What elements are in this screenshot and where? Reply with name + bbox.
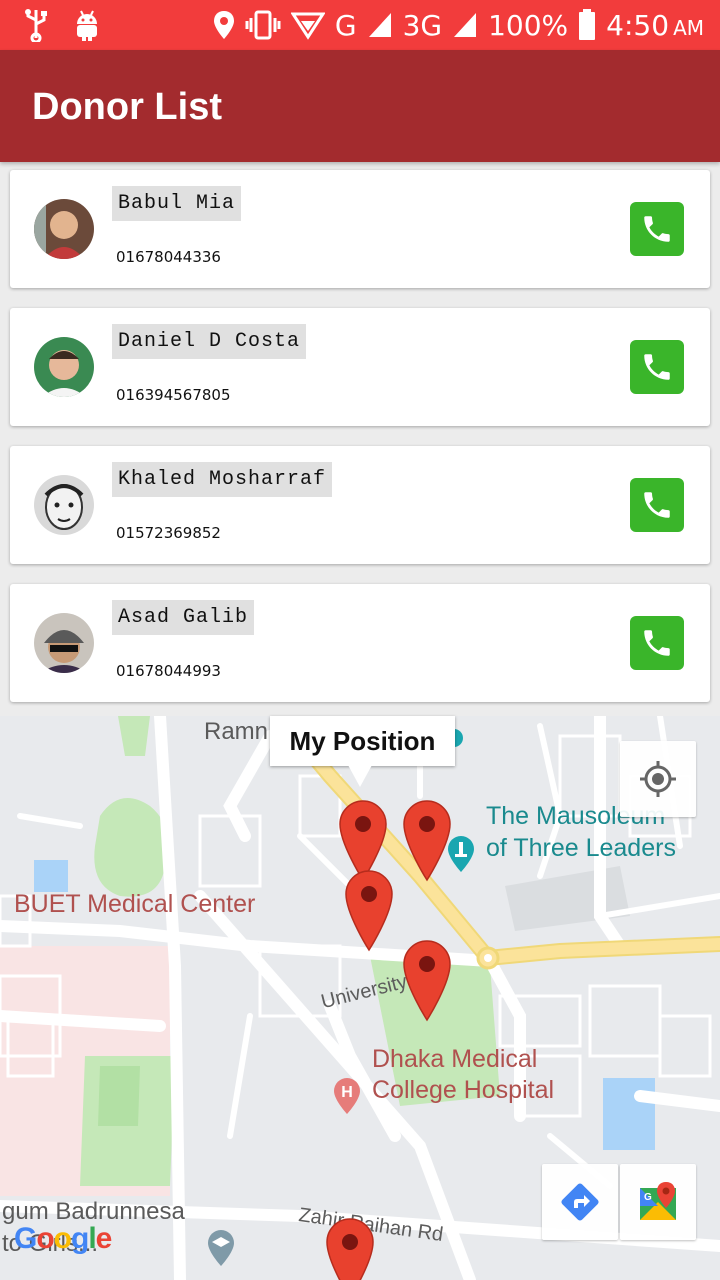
signal-icon: [367, 11, 393, 39]
app-bar: Donor List: [0, 50, 720, 162]
page-title: Donor List: [32, 86, 222, 128]
donor-marker-icon[interactable]: [325, 1216, 375, 1280]
phone-icon: [644, 492, 670, 518]
school-poi-icon: [208, 1230, 234, 1266]
my-location-button[interactable]: [620, 741, 696, 817]
donor-name: Asad Galib: [112, 600, 255, 635]
map-label-dhaka-medical: Dhaka Medical College Hospital: [372, 1045, 555, 1104]
call-button[interactable]: [630, 478, 684, 532]
hospital-poi-icon: H: [334, 1078, 360, 1114]
donor-name: Babul Mia: [112, 186, 242, 221]
crosshair-icon: [640, 761, 676, 797]
phone-icon: [644, 630, 670, 656]
donor-marker-icon[interactable]: [344, 868, 394, 952]
call-button[interactable]: [630, 616, 684, 670]
donor-card[interactable]: Babul Mia 01678044336: [10, 170, 710, 288]
battery-icon: [578, 9, 596, 41]
usb-icon: [24, 8, 48, 42]
network-type: G: [334, 8, 357, 42]
clock-ampm: AM: [673, 16, 704, 40]
open-google-maps-button[interactable]: G: [620, 1164, 696, 1240]
avatar: [34, 613, 94, 673]
status-bar: G 3G 100% 4:50 AM: [0, 0, 720, 50]
donor-card[interactable]: Khaled Mosharraf 01572369852: [10, 446, 710, 564]
donor-card[interactable]: Daniel D Costa 016394567805: [10, 308, 710, 426]
phone-icon: [644, 216, 670, 242]
signal-icon-2: [452, 11, 478, 39]
avatar: [34, 337, 94, 397]
call-button[interactable]: [630, 202, 684, 256]
google-logo: Google: [14, 1222, 112, 1255]
donor-name: Daniel D Costa: [112, 324, 307, 359]
clock: 4:50: [606, 8, 670, 42]
svg-text:H: H: [341, 1084, 353, 1101]
svg-text:G: G: [644, 1192, 652, 1203]
donor-phone: 01678044993: [116, 662, 221, 680]
network-type-2: 3G: [402, 8, 443, 42]
avatar: [34, 475, 94, 535]
donor-phone: 016394567805: [116, 386, 231, 404]
map-label-buet-medical: BUET Medical Center: [14, 890, 256, 918]
phone-icon: [644, 354, 670, 380]
donor-marker-icon[interactable]: [402, 938, 452, 1022]
donor-phone: 01572369852: [116, 524, 221, 542]
vibrate-icon: [245, 10, 281, 40]
donor-phone: 01678044336: [116, 248, 221, 266]
avatar: [34, 199, 94, 259]
my-position-info-window[interactable]: My Position: [270, 716, 455, 766]
map-label-ramna: Ramn: [204, 718, 269, 745]
donor-card[interactable]: Asad Galib 01678044993: [10, 584, 710, 702]
google-maps-icon: G: [640, 1182, 676, 1220]
battery-percent: 100%: [488, 8, 569, 42]
location-icon: [213, 10, 235, 40]
directions-button[interactable]: [542, 1164, 618, 1240]
info-window-pointer: [348, 765, 372, 787]
donor-marker-icon[interactable]: [402, 798, 452, 882]
directions-icon: [561, 1183, 599, 1221]
android-icon: [74, 8, 100, 42]
data-saver-icon: [290, 10, 325, 40]
call-button[interactable]: [630, 340, 684, 394]
donor-name: Khaled Mosharraf: [112, 462, 333, 497]
